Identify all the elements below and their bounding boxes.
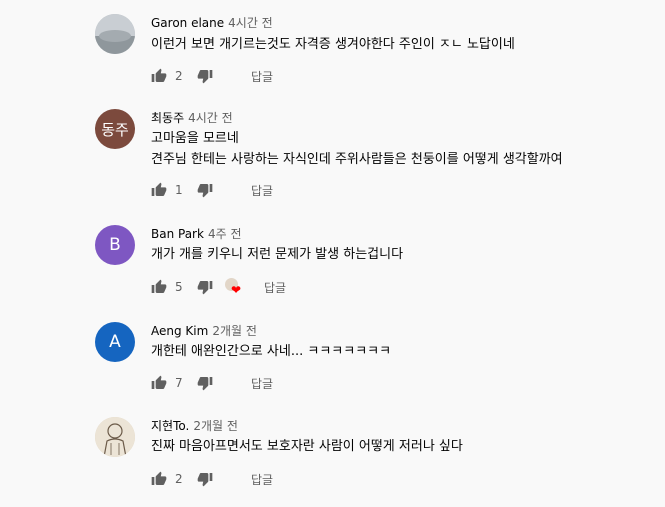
thumbs-down-icon: [197, 281, 213, 295]
author-name[interactable]: Garon elane: [151, 16, 224, 30]
comment-actions: 7 답글: [151, 374, 273, 392]
avatar[interactable]: [95, 14, 135, 54]
comment-actions: 5 ❤ 답글: [151, 278, 286, 296]
avatar-drawing-icon: [95, 417, 135, 457]
comment-text: 진짜 마음아프면서도 보호자란 사람이 어떻게 저러나 싶다: [151, 436, 463, 457]
dislike-button[interactable]: [197, 68, 213, 84]
comment-line: 진짜 마음아프면서도 보호자란 사람이 어떻게 저러나 싶다: [151, 439, 463, 454]
like-button[interactable]: [151, 375, 167, 391]
reply-button[interactable]: 답글: [264, 279, 286, 296]
comment-line: 개가 개를 키우니 저런 문제가 발생 하는겁니다: [151, 247, 404, 262]
comment-actions: 2 답글: [151, 67, 273, 85]
creator-heart-badge: ❤: [225, 278, 243, 296]
author-line: 지현To. 2개월 전: [151, 417, 238, 434]
comment-item: 지현To. 2개월 전 진짜 마음아프면서도 보호자란 사람이 어떻게 저러나 싶…: [0, 415, 665, 495]
like-button[interactable]: [151, 279, 167, 295]
like-count: 2: [175, 472, 183, 486]
comment-line: 이런거 보면 개기르는것도 자격증 생겨야한다 주인이 ㅈㄴ 노답이네: [151, 37, 515, 52]
comment-item: 동주 최동주 4시간 전 고마움을 모르네 견주님 한테는 사랑하는 자식인데 주…: [0, 107, 665, 207]
avatar-initials: 동주: [101, 120, 129, 139]
thumbs-up-icon: [151, 182, 167, 196]
avatar[interactable]: B: [95, 225, 135, 265]
thumbs-up-icon: [151, 375, 167, 389]
comment-text: 이런거 보면 개기르는것도 자격증 생겨야한다 주인이 ㅈㄴ 노답이네: [151, 34, 515, 55]
author-line: 최동주 4시간 전: [151, 109, 233, 126]
comment-time[interactable]: 4시간 전: [188, 111, 233, 125]
thumbs-down-icon: [197, 473, 213, 487]
reply-button[interactable]: 답글: [251, 182, 273, 199]
author-line: Garon elane 4시간 전: [151, 14, 273, 31]
reply-button[interactable]: 답글: [251, 375, 273, 392]
thumbs-down-icon: [197, 184, 213, 198]
comment-text: 개한테 애완인간으로 사네... ㅋㅋㅋㅋㅋㅋㅋ: [151, 341, 391, 362]
like-button[interactable]: [151, 182, 167, 198]
thumbs-up-icon: [151, 279, 167, 293]
dislike-button[interactable]: [197, 279, 213, 295]
comment-item: B Ban Park 4주 전 개가 개를 키우니 저런 문제가 발생 하는겁니다…: [0, 223, 665, 303]
comment-line: 견주님 한테는 사랑하는 자식인데 주위사람들은 천둥이를 어떻게 생각할까여: [151, 152, 563, 167]
avatar-initials: A: [109, 332, 121, 352]
thumbs-up-icon: [151, 68, 167, 82]
comment-time[interactable]: 2개월 전: [212, 324, 257, 338]
dislike-button[interactable]: [197, 375, 213, 391]
like-button[interactable]: [151, 471, 167, 487]
comment-actions: 1 답글: [151, 181, 273, 199]
author-line: Ban Park 4주 전: [151, 225, 241, 242]
author-line: Aeng Kim 2개월 전: [151, 322, 257, 339]
comment-text: 개가 개를 키우니 저런 문제가 발생 하는겁니다: [151, 244, 403, 265]
reply-button[interactable]: 답글: [251, 471, 273, 488]
author-name[interactable]: Ban Park: [151, 227, 204, 241]
comment-time[interactable]: 4주 전: [208, 227, 242, 241]
avatar[interactable]: A: [95, 322, 135, 362]
author-name[interactable]: 지현To.: [151, 419, 189, 433]
dislike-button[interactable]: [197, 471, 213, 487]
comment-item: A Aeng Kim 2개월 전 개한테 애완인간으로 사네... ㅋㅋㅋㅋㅋㅋㅋ…: [0, 320, 665, 400]
avatar[interactable]: 동주: [95, 109, 135, 149]
reply-button[interactable]: 답글: [251, 68, 273, 85]
like-count: 7: [175, 376, 183, 390]
like-count: 1: [175, 183, 183, 197]
comment-text: 고마움을 모르네 견주님 한테는 사랑하는 자식인데 주위사람들은 천둥이를 어…: [151, 128, 563, 170]
thumbs-down-icon: [197, 377, 213, 391]
comment-actions: 2 답글: [151, 470, 273, 488]
comment-line: 고마움을 모르네: [151, 131, 239, 146]
comment-time[interactable]: 4시간 전: [228, 16, 273, 30]
comment-time[interactable]: 2개월 전: [193, 419, 238, 433]
avatar-initials: B: [109, 235, 121, 255]
like-button[interactable]: [151, 68, 167, 84]
like-count: 2: [175, 69, 183, 83]
like-count: 5: [175, 280, 183, 294]
comment-line: 개한테 애완인간으로 사네... ㅋㅋㅋㅋㅋㅋㅋ: [151, 344, 392, 359]
thumbs-up-icon: [151, 471, 167, 485]
thumbs-down-icon: [197, 70, 213, 84]
heart-icon: ❤: [231, 283, 242, 297]
author-name[interactable]: 최동주: [151, 111, 184, 125]
dislike-button[interactable]: [197, 182, 213, 198]
author-name[interactable]: Aeng Kim: [151, 324, 208, 338]
avatar[interactable]: [95, 417, 135, 457]
avatar-photo-icon: [95, 14, 135, 54]
comment-item: Garon elane 4시간 전 이런거 보면 개기르는것도 자격증 생겨야한다…: [0, 12, 665, 92]
